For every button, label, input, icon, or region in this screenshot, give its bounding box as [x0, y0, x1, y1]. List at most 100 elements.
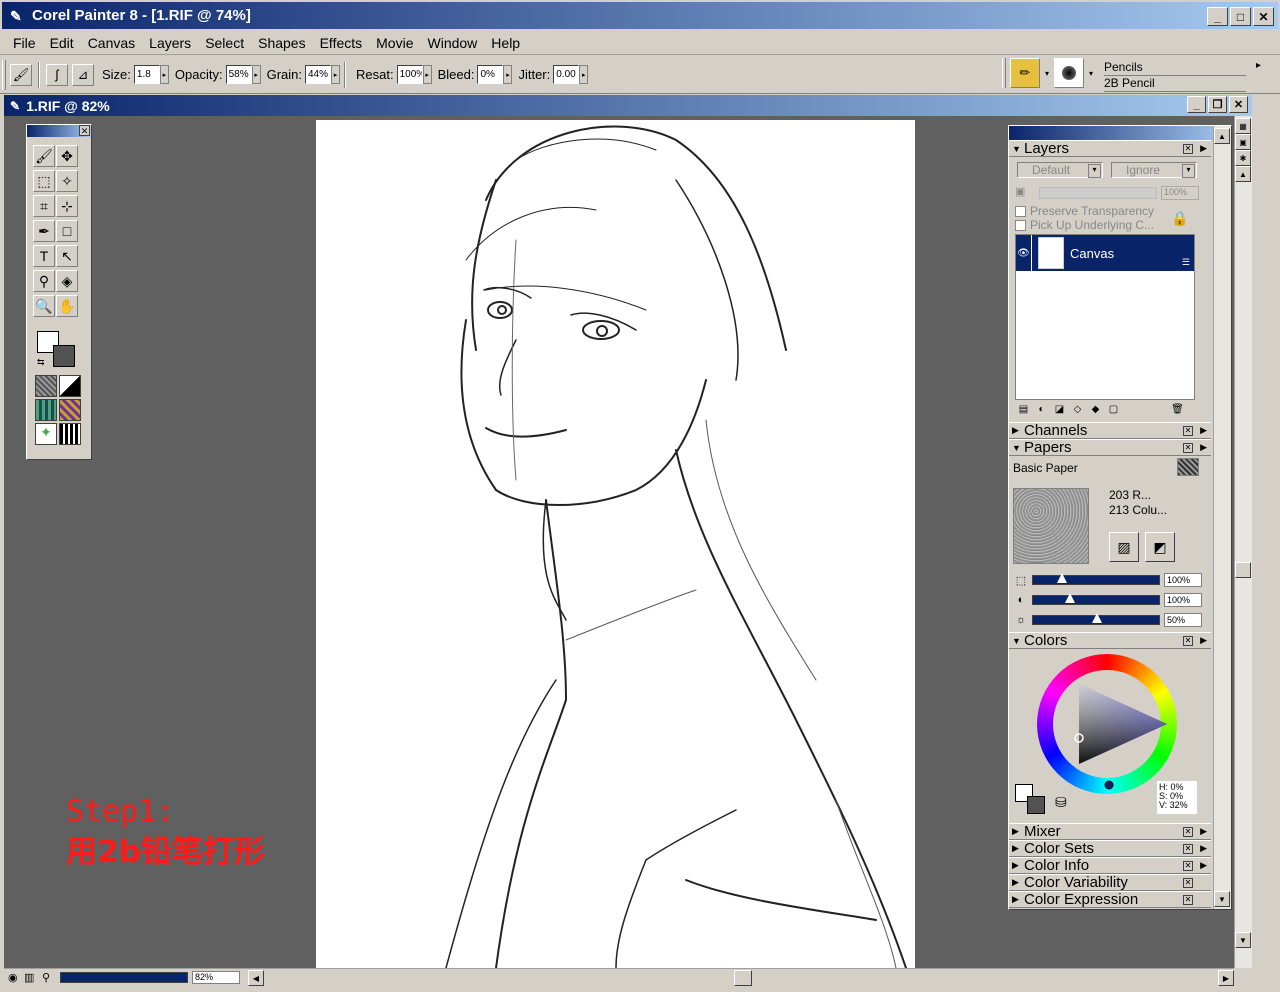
doc-minimize-button[interactable]: _: [1187, 96, 1206, 113]
colors-expand-icon[interactable]: ▼: [1012, 636, 1024, 646]
minimize-button[interactable]: _: [1207, 7, 1228, 26]
palette-scroll-up-icon[interactable]: ▲: [1214, 128, 1230, 144]
toolbar-grip[interactable]: [2, 59, 6, 90]
papers-header[interactable]: ▼ Papers ✕ ▶: [1009, 439, 1211, 456]
paper-brightness-slider[interactable]: ☼ 50%: [1013, 612, 1207, 628]
colors-primary-swatch[interactable]: [1027, 796, 1045, 814]
layer-group-icon[interactable]: ▢: [1105, 402, 1122, 417]
close-button[interactable]: ✕: [1253, 7, 1274, 26]
layer-row-canvas[interactable]: 👁 Canvas ☰: [1016, 235, 1194, 271]
color-info-menu-icon[interactable]: ▶: [1200, 860, 1207, 871]
paper-library-icon[interactable]: [35, 375, 57, 397]
layer-commands-icon[interactable]: ▤: [1015, 402, 1032, 417]
menu-select[interactable]: Select: [198, 35, 251, 51]
bleed-spinner-icon[interactable]: ▸: [503, 65, 513, 84]
colors-menu-icon[interactable]: ▶: [1200, 635, 1207, 646]
contrast-track[interactable]: [1032, 593, 1160, 605]
scroll-right-icon[interactable]: ▶: [1218, 970, 1234, 986]
invert-paper-icon[interactable]: ▨: [1109, 532, 1139, 562]
scale-value[interactable]: 100%: [1164, 573, 1202, 587]
brush-dab-icon[interactable]: [1054, 58, 1085, 88]
scale-track[interactable]: [1032, 573, 1160, 585]
magnifier-icon[interactable]: 🔍: [33, 295, 55, 317]
horizontal-scroll-thumb[interactable]: [734, 970, 752, 986]
menu-window[interactable]: Window: [421, 35, 485, 51]
jitter-spinner-icon[interactable]: ▸: [579, 65, 589, 84]
menu-canvas[interactable]: Canvas: [81, 35, 142, 51]
layer-adjuster-icon[interactable]: ✥: [56, 145, 78, 167]
straight-line-icon[interactable]: ⊿: [72, 63, 94, 86]
clone-color-icon[interactable]: ⛁: [1055, 794, 1067, 811]
brightness-knob[interactable]: [1092, 613, 1102, 623]
maximize-button[interactable]: □: [1230, 7, 1251, 26]
zoom-icon[interactable]: ⚲: [42, 971, 50, 984]
resat-field[interactable]: [396, 65, 423, 84]
papers-expand-icon[interactable]: ▼: [1012, 443, 1024, 453]
color-expression-close-icon[interactable]: ✕: [1183, 895, 1193, 905]
preserve-transparency-checkbox[interactable]: Preserve Transparency: [1015, 204, 1154, 218]
composite-method-select[interactable]: Default: [1017, 162, 1103, 178]
zoom-level[interactable]: 82%: [192, 971, 240, 984]
opacity-field[interactable]: [225, 65, 252, 84]
papers-menu-icon[interactable]: ▶: [1200, 442, 1207, 453]
hue-indicator[interactable]: [1104, 780, 1114, 790]
color-variability-header[interactable]: ▶ Color Variability ✕: [1009, 874, 1211, 891]
magic-wand-icon[interactable]: ✧: [56, 170, 78, 192]
color-sets-menu-icon[interactable]: ▶: [1200, 843, 1207, 854]
swap-colors-icon[interactable]: ⇆: [37, 357, 45, 368]
grain-spinner-icon[interactable]: ▸: [331, 65, 340, 84]
new-watercolor-icon[interactable]: ◆: [1087, 402, 1104, 417]
size-field[interactable]: [133, 65, 160, 84]
channels-close-icon[interactable]: ✕: [1183, 426, 1193, 436]
opacity-spinner-icon[interactable]: ▸: [251, 65, 261, 84]
crop-icon[interactable]: ⌗: [33, 195, 55, 217]
menu-file[interactable]: File: [6, 35, 43, 51]
selection-adjuster-icon[interactable]: ⊹: [56, 195, 78, 217]
contrast-knob[interactable]: [1064, 593, 1075, 603]
visibility-eye-icon[interactable]: 👁: [1016, 235, 1032, 271]
dynamic-plugins-icon[interactable]: ◐: [1033, 402, 1050, 417]
composite-depth-select[interactable]: Ignore: [1111, 162, 1197, 178]
layers-menu-icon[interactable]: ▶: [1200, 143, 1207, 154]
paper-scale-slider[interactable]: ⬚ 100%: [1013, 572, 1207, 588]
menu-effects[interactable]: Effects: [313, 35, 370, 51]
paint-bucket-icon[interactable]: ◈: [56, 270, 78, 292]
scroll-down-icon[interactable]: ▼: [1235, 932, 1251, 948]
mini-palette-icon-1[interactable]: ▦: [1235, 118, 1251, 134]
resat-spinner-icon[interactable]: ▸: [422, 65, 432, 84]
pick-up-underlying-checkbox[interactable]: Pick Up Underlying C...: [1015, 218, 1154, 232]
scroll-thumb[interactable]: [1235, 562, 1251, 578]
gradient-library-icon[interactable]: [59, 375, 81, 397]
colors-close-icon[interactable]: ✕: [1183, 636, 1193, 646]
scroll-up-icon[interactable]: ▲: [1235, 166, 1251, 182]
pattern-library-icon[interactable]: [35, 399, 57, 421]
primary-color-swatch[interactable]: [53, 345, 75, 367]
pen-tool-icon[interactable]: ✒: [33, 220, 55, 242]
color-sets-header[interactable]: ▶ Color Sets ✕ ▶: [1009, 840, 1211, 857]
document-vertical-scrollbar[interactable]: ▦ ▣ ✱ ▲ ▼: [1234, 116, 1252, 968]
shape-selection-icon[interactable]: ↖: [56, 245, 78, 267]
menu-movie[interactable]: Movie: [369, 35, 420, 51]
tracing-icon[interactable]: ▥: [24, 971, 34, 984]
mixer-menu-icon[interactable]: ▶: [1200, 826, 1207, 837]
contrast-value[interactable]: 100%: [1164, 593, 1202, 607]
freehand-stroke-icon[interactable]: ʃ: [46, 63, 68, 86]
drawing-canvas[interactable]: [316, 120, 915, 968]
grabber-hand-icon[interactable]: ✋: [56, 295, 78, 317]
grain-field[interactable]: [305, 65, 331, 84]
weave-library-icon[interactable]: [59, 399, 81, 421]
channels-expand-icon[interactable]: ▶: [1012, 425, 1024, 436]
dropper-icon[interactable]: ⚲: [33, 270, 55, 292]
apply-paper-icon[interactable]: ◩: [1145, 532, 1175, 562]
palette-scrollbar[interactable]: ▲ ▼: [1213, 126, 1231, 909]
mini-palette-icon-2[interactable]: ▣: [1235, 134, 1251, 150]
mixer-close-icon[interactable]: ✕: [1183, 827, 1193, 837]
scale-knob[interactable]: [1056, 573, 1067, 583]
layer-opacity-slider[interactable]: [1039, 187, 1157, 199]
mini-palette-icon-3[interactable]: ✱: [1235, 150, 1251, 166]
layers-expand-icon[interactable]: ▼: [1012, 144, 1024, 154]
saturation-value-triangle[interactable]: [1037, 654, 1177, 794]
variant-dropdown-icon[interactable]: ▾: [1089, 69, 1093, 78]
brush-expand-icon[interactable]: ▸: [1256, 60, 1261, 71]
scroll-left-icon[interactable]: ◀: [248, 970, 264, 986]
